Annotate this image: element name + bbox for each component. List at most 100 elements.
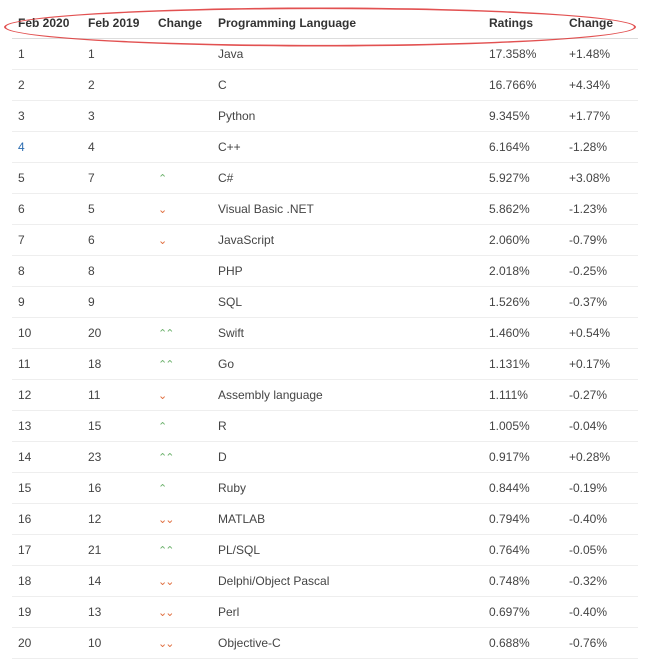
cell-rank-now: 20 — [12, 628, 82, 659]
cell-rank-prev: 6 — [82, 225, 152, 256]
table-row: 1020⌃⌃Swift1.460%+0.54% — [12, 318, 638, 349]
cell-rank-prev: 11 — [82, 380, 152, 411]
cell-delta: -1.23% — [563, 194, 638, 225]
cell-change: ⌄⌄ — [152, 566, 212, 597]
cell-ratings: 1.526% — [483, 287, 563, 318]
cell-rank-prev: 16 — [82, 473, 152, 504]
cell-rank-now: 17 — [12, 535, 82, 566]
cell-rank-prev: 12 — [82, 504, 152, 535]
cell-language: R — [212, 411, 483, 442]
cell-ratings: 1.005% — [483, 411, 563, 442]
cell-delta: -0.19% — [563, 473, 638, 504]
double-chevron-down-icon: ⌄⌄ — [158, 608, 172, 619]
cell-delta: -0.79% — [563, 225, 638, 256]
cell-change: ⌃ — [152, 163, 212, 194]
cell-delta: -1.28% — [563, 132, 638, 163]
cell-language: Go — [212, 349, 483, 380]
cell-change: ⌄⌄ — [152, 628, 212, 659]
header-language[interactable]: Programming Language — [212, 8, 483, 39]
cell-language: C — [212, 70, 483, 101]
table-row: 1423⌃⌃D0.917%+0.28% — [12, 442, 638, 473]
cell-change: ⌄ — [152, 194, 212, 225]
cell-change: ⌃ — [152, 411, 212, 442]
cell-language: PHP — [212, 256, 483, 287]
header-feb-2019[interactable]: Feb 2019 — [82, 8, 152, 39]
cell-ratings: 0.917% — [483, 442, 563, 473]
cell-rank-prev: 13 — [82, 597, 152, 628]
cell-change — [152, 256, 212, 287]
cell-delta: -0.76% — [563, 628, 638, 659]
cell-rank-prev: 1 — [82, 39, 152, 70]
cell-ratings: 9.345% — [483, 101, 563, 132]
double-chevron-up-icon: ⌃⌃ — [158, 329, 172, 340]
table-row: 1118⌃⌃Go1.131%+0.17% — [12, 349, 638, 380]
cell-ratings: 17.358% — [483, 39, 563, 70]
header-change[interactable]: Change — [152, 8, 212, 39]
cell-rank-now: 10 — [12, 318, 82, 349]
cell-rank-now: 1 — [12, 39, 82, 70]
cell-delta: +0.28% — [563, 442, 638, 473]
cell-rank-now: 18 — [12, 566, 82, 597]
cell-language: Java — [212, 39, 483, 70]
cell-change: ⌃⌃ — [152, 318, 212, 349]
cell-delta: -0.40% — [563, 597, 638, 628]
cell-language: C# — [212, 163, 483, 194]
cell-rank-prev: 14 — [82, 566, 152, 597]
header-delta[interactable]: Change — [563, 8, 638, 39]
cell-delta: +0.17% — [563, 349, 638, 380]
chevron-down-icon: ⌄ — [158, 236, 167, 247]
cell-language: MATLAB — [212, 504, 483, 535]
cell-rank-prev: 4 — [82, 132, 152, 163]
cell-language: D — [212, 442, 483, 473]
cell-delta: +1.48% — [563, 39, 638, 70]
cell-language: Assembly language — [212, 380, 483, 411]
cell-change: ⌄ — [152, 225, 212, 256]
cell-rank-prev: 8 — [82, 256, 152, 287]
cell-delta: +3.08% — [563, 163, 638, 194]
cell-ratings: 1.111% — [483, 380, 563, 411]
table-row: 44C++6.164%-1.28% — [12, 132, 638, 163]
cell-change — [152, 101, 212, 132]
cell-ratings: 0.697% — [483, 597, 563, 628]
table-row: 76⌄JavaScript2.060%-0.79% — [12, 225, 638, 256]
table-row: 65⌄Visual Basic .NET5.862%-1.23% — [12, 194, 638, 225]
cell-delta: +0.54% — [563, 318, 638, 349]
cell-rank-now: 4 — [12, 132, 82, 163]
cell-rank-now: 3 — [12, 101, 82, 132]
cell-change: ⌄⌄ — [152, 597, 212, 628]
cell-rank-now: 14 — [12, 442, 82, 473]
table-row: 1211⌄Assembly language1.111%-0.27% — [12, 380, 638, 411]
double-chevron-down-icon: ⌄⌄ — [158, 639, 172, 650]
cell-rank-prev: 2 — [82, 70, 152, 101]
cell-rank-prev: 5 — [82, 194, 152, 225]
table-row: 1612⌄⌄MATLAB0.794%-0.40% — [12, 504, 638, 535]
cell-change: ⌄ — [152, 380, 212, 411]
cell-change: ⌃ — [152, 473, 212, 504]
cell-ratings: 6.164% — [483, 132, 563, 163]
chevron-down-icon: ⌄ — [158, 205, 167, 216]
cell-language: Objective-C — [212, 628, 483, 659]
cell-change — [152, 70, 212, 101]
cell-language: Delphi/Object Pascal — [212, 566, 483, 597]
cell-rank-now: 6 — [12, 194, 82, 225]
cell-delta: +4.34% — [563, 70, 638, 101]
cell-rank-now: 19 — [12, 597, 82, 628]
cell-ratings: 0.794% — [483, 504, 563, 535]
cell-language: Perl — [212, 597, 483, 628]
cell-rank-now: 9 — [12, 287, 82, 318]
cell-change: ⌃⌃ — [152, 349, 212, 380]
header-ratings[interactable]: Ratings — [483, 8, 563, 39]
cell-ratings: 0.844% — [483, 473, 563, 504]
table-row: 1721⌃⌃PL/SQL0.764%-0.05% — [12, 535, 638, 566]
cell-rank-prev: 9 — [82, 287, 152, 318]
cell-rank-now: 13 — [12, 411, 82, 442]
cell-rank-prev: 7 — [82, 163, 152, 194]
cell-rank-now: 15 — [12, 473, 82, 504]
tiobe-rankings-table: Feb 2020 Feb 2019 Change Programming Lan… — [12, 8, 638, 659]
header-feb-2020[interactable]: Feb 2020 — [12, 8, 82, 39]
cell-rank-now: 2 — [12, 70, 82, 101]
chevron-down-icon: ⌄ — [158, 391, 167, 402]
chevron-up-icon: ⌃ — [158, 174, 167, 185]
cell-rank-prev: 18 — [82, 349, 152, 380]
cell-delta: -0.40% — [563, 504, 638, 535]
